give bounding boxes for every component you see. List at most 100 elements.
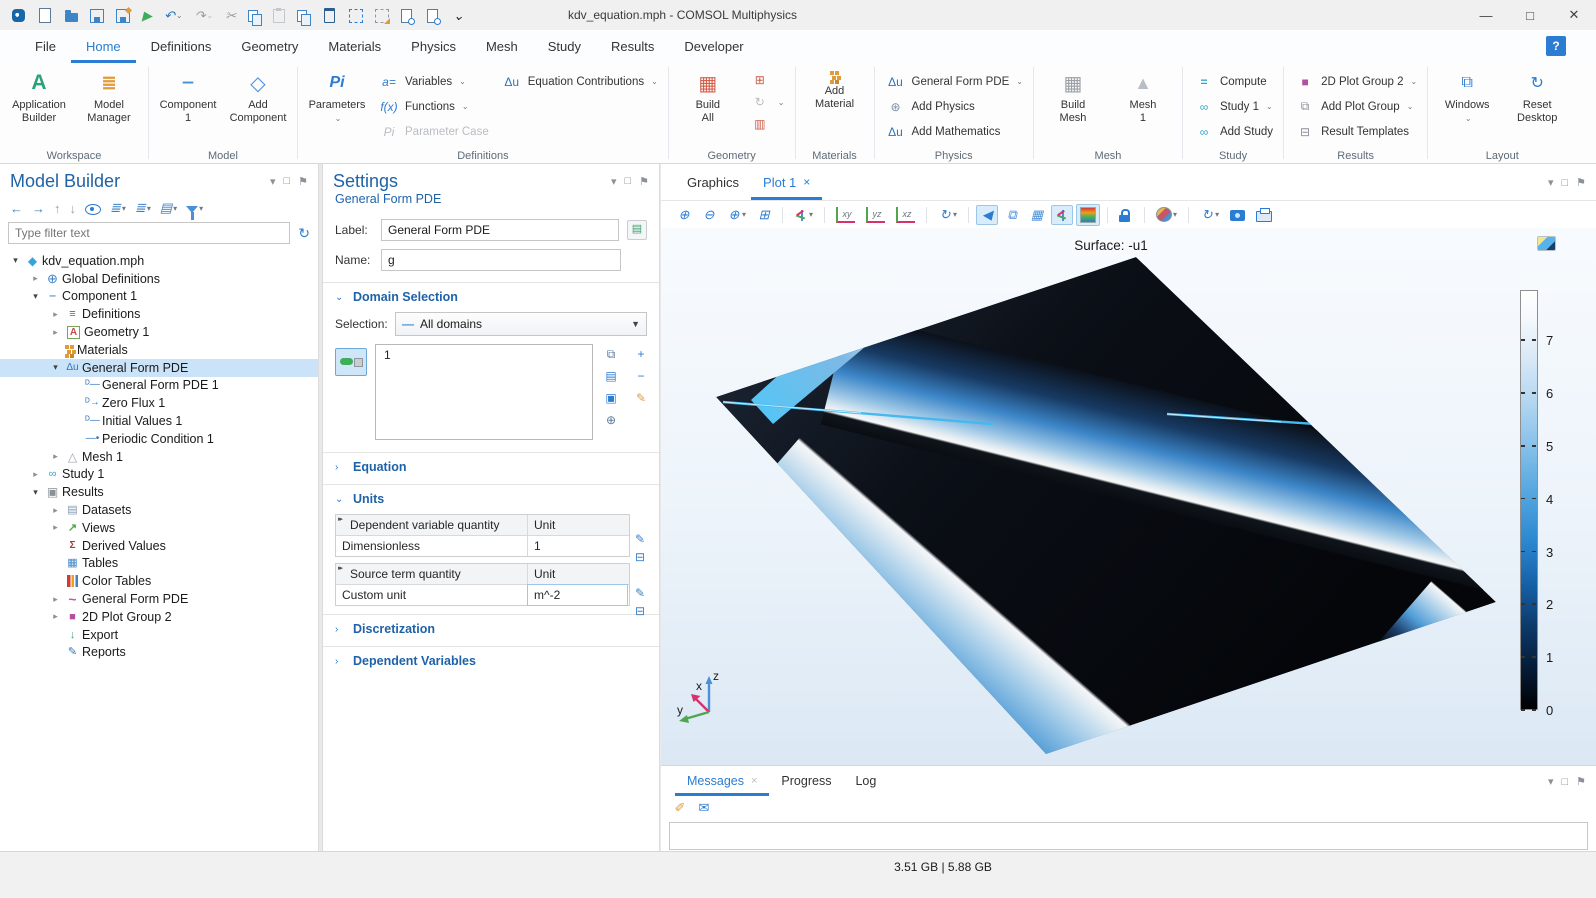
model-manager-button[interactable]: ≣ModelManager [76,67,142,127]
parameters--button[interactable]: PiParameters⌄ [304,67,370,127]
move-up-button[interactable]: ↑ [54,201,61,216]
messages-output[interactable] [669,822,1588,850]
view-xz-button[interactable]: xz [892,204,919,226]
tree-node-zero-flux-1[interactable]: ᴰ→Zero Flux 1 [0,394,318,412]
grid-button[interactable]: ▦ [1026,205,1048,225]
snapshot-button[interactable] [1226,205,1249,224]
section-domain-selection[interactable]: ⌄ Domain Selection [323,282,659,306]
general-form-pde-button[interactable]: ΔuGeneral Form PDE⌄ [881,69,1027,94]
delete-button[interactable] [318,4,341,26]
add-plot-group-button[interactable]: ⧉Add Plot Group⌄ [1290,94,1421,119]
compute-button[interactable]: =Compute [1189,69,1277,94]
edit-unit-icon[interactable]: ✎ [635,532,645,546]
duplicate-button[interactable] [293,5,314,25]
clear-selection-icon[interactable]: ✎ [631,388,651,408]
equation-contributions-button[interactable]: ΔuEquation Contributions⌄ [497,69,662,94]
tree-node-materials[interactable]: Materials [0,341,318,359]
active-toggle-button[interactable] [335,348,367,376]
build-all-button[interactable]: ▦BuildAll [675,67,741,127]
remove-from-selection-icon[interactable]: − [631,366,651,386]
panel-collapse-icon[interactable]: ▾ [611,175,617,188]
tab-progress[interactable]: Progress [769,766,843,796]
appearance-button[interactable]: ▾ [1152,204,1181,225]
tree-node-geometry-1[interactable]: ▸AGeometry 1 [0,323,318,341]
section-equation[interactable]: › Equation [323,452,659,476]
menu-tab-file[interactable]: File [20,30,71,63]
move-down-button[interactable]: ↓ [70,201,77,216]
tree-nodes-button[interactable]: ▤▾ [160,200,177,216]
plot-thumbnail-button[interactable] [1537,236,1556,251]
copy-button[interactable] [244,5,265,25]
comsol-logo-button[interactable] [8,6,29,25]
name-input[interactable] [381,249,621,271]
tree-expand-icon[interactable]: ▾ [48,362,63,373]
add-material-button[interactable]: AddMaterial [802,67,868,113]
find-replace-button[interactable] [423,5,445,26]
application-builder-button[interactable]: AApplicationBuilder [6,67,72,127]
tree-node-derived-values[interactable]: ΣDerived Values [0,537,318,555]
lock-view-button[interactable] [1115,205,1137,225]
create-selection-icon[interactable]: ⧉ [601,344,621,364]
tree-node-reports[interactable]: ✎Reports [0,644,318,662]
tree-expand-icon[interactable]: ▾ [8,255,23,266]
add-study-button[interactable]: ∞Add Study [1189,119,1277,144]
add-to-selection-icon[interactable]: + [631,344,651,364]
tree-expand-icon[interactable]: ▸ [28,469,43,480]
unit-table-icon[interactable]: ⊟ [635,604,645,618]
nav-back-button[interactable]: ← [10,201,23,216]
tree-node-2d-plot-group-2[interactable]: ▸■2D Plot Group 2 [0,608,318,626]
color-legend-button[interactable] [1076,204,1100,226]
unit-value-input[interactable]: m^-2 [527,584,628,606]
selection-list-item[interactable]: 1 [384,348,584,362]
expand-all-button[interactable]: ≣▾ [110,200,126,216]
add-physics-button[interactable]: ⊛Add Physics [881,94,1027,119]
menu-tab-results[interactable]: Results [596,30,669,63]
geo-partition-button[interactable]: ▥ [745,113,789,135]
menu-tab-physics[interactable]: Physics [396,30,471,63]
zoom-extents-button[interactable]: ⊞ [753,205,775,225]
tree-node-export[interactable]: ↓Export [0,626,318,644]
tab-messages[interactable]: Messages× [675,766,769,796]
customize-button[interactable]: ⌄ [449,6,468,25]
close-button[interactable]: ✕ [1552,0,1596,30]
close-tab-icon[interactable]: × [751,775,757,787]
add-mathematics-button[interactable]: ΔuAdd Mathematics [881,119,1027,144]
tab-graphics[interactable]: Graphics [675,164,751,200]
2d-plot-group-2-button[interactable]: ■2D Plot Group 2⌄ [1290,69,1421,94]
tree-node-periodic-condition-1[interactable]: —•Periodic Condition 1 [0,430,318,448]
label-input[interactable] [381,219,619,241]
menu-tab-mesh[interactable]: Mesh [471,30,533,63]
tree-node-initial-values-1[interactable]: ᴰ—Initial Values 1 [0,412,318,430]
menu-tab-study[interactable]: Study [533,30,596,63]
help-button[interactable]: ? [1546,36,1566,56]
open-file-button[interactable] [61,6,82,25]
tree-expand-icon[interactable]: ▸ [48,522,63,533]
show-button[interactable] [85,201,101,215]
scene-light-button[interactable]: ◀ [976,205,998,225]
new-file-button[interactable] [33,5,57,26]
panel-float-icon[interactable]: □ [283,175,290,187]
menu-tab-home[interactable]: Home [71,30,136,63]
save-button[interactable] [86,5,108,26]
edit-unit-icon[interactable]: ✎ [635,586,645,600]
menu-tab-developer[interactable]: Developer [669,30,758,63]
nav-forward-button[interactable]: → [32,201,45,216]
tree-node-kdv_equation.mph[interactable]: ▾◆kdv_equation.mph [0,252,318,270]
tree-node-global-definitions[interactable]: ▸⊕Global Definitions [0,270,318,288]
panel-pin-icon[interactable]: ⚑ [298,175,308,188]
tab-log[interactable]: Log [843,766,888,796]
unit-table-icon[interactable]: ⊟ [635,550,645,564]
copy-selection-icon[interactable]: ▤ [601,366,621,386]
add-component-button[interactable]: ◇AddComponent [225,67,291,127]
panel-pin-icon[interactable]: ⚑ [1576,775,1586,788]
view-xy-button[interactable]: xy [832,204,859,226]
build-mesh-button[interactable]: ▦BuildMesh [1040,67,1106,127]
message-table-icon[interactable]: ✉ [697,801,711,815]
tree-expand-icon[interactable]: ▸ [48,451,63,462]
component-1-button[interactable]: ‒Component1 [155,67,221,127]
redo-button[interactable]: ↷⌄ [191,6,218,25]
geo-rebuild-button[interactable]: ↻⌄ [745,91,789,113]
close-tab-icon[interactable]: × [803,175,810,189]
section-units[interactable]: ⌄ Units [323,484,659,508]
tree-expand-icon[interactable]: ▾ [28,291,43,302]
